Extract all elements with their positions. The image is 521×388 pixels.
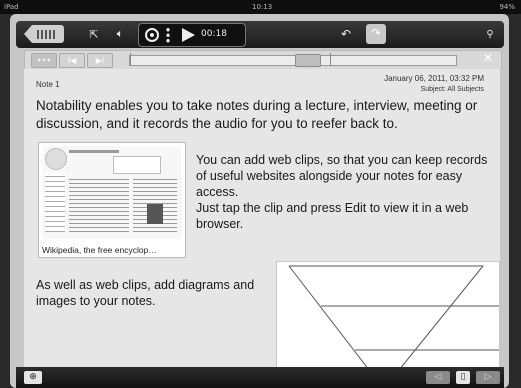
- diagram-image[interactable]: [276, 261, 500, 376]
- notebooks-icon: [37, 29, 57, 39]
- note-paragraph[interactable]: Notability enables you to take notes dur…: [36, 97, 498, 133]
- note-paragraph[interactable]: As well as web clips, add diagrams and i…: [36, 277, 276, 309]
- battery-level: 94%: [499, 3, 515, 11]
- web-clip-description: You can add web clips, so that you can k…: [196, 153, 488, 199]
- wiki-portrait-image: [147, 204, 163, 224]
- close-playback-button[interactable]: ✕: [483, 51, 493, 65]
- triangle-right-edge: [288, 265, 374, 376]
- web-clip-caption: Wikipedia, the free encyclop…: [42, 245, 157, 255]
- status-bar: iPad 10:13 94%: [0, 0, 521, 14]
- bottom-toolbar: ⊕ ◁ ▯ ▷: [16, 367, 504, 388]
- next-page-button[interactable]: ▷: [476, 371, 500, 384]
- playback-bar: ••• I◀ ▶I ✕: [24, 50, 502, 70]
- recording-control: 00:18: [138, 23, 246, 47]
- next-button[interactable]: ▶I: [87, 53, 113, 68]
- prev-page-button[interactable]: ◁: [426, 371, 450, 384]
- redo-icon: ↷: [371, 26, 382, 40]
- play-icon: [182, 28, 195, 42]
- speaker-icon: 🔈︎: [116, 27, 124, 40]
- top-toolbar: ⇱ 🔈︎ 00:18 ↶ ↷ ⚲: [16, 21, 504, 48]
- wiki-sidebar: [45, 172, 65, 232]
- next-page-icon: ▷: [484, 372, 492, 382]
- play-button[interactable]: [181, 28, 195, 42]
- wiki-banner: [113, 156, 161, 174]
- note-date: January 06, 2011, 03:32 PM: [384, 74, 484, 83]
- wiki-article-text: [69, 176, 129, 234]
- undo-icon: ↶: [340, 27, 352, 41]
- wiki-header-line: [69, 150, 119, 153]
- previous-button[interactable]: I◀: [59, 53, 85, 68]
- note-subject: Subject: All Subjects: [420, 86, 484, 93]
- playback-more-button[interactable]: •••: [31, 53, 57, 68]
- web-clip-thumbnail: [43, 146, 181, 239]
- page-icon: ▯: [460, 372, 466, 382]
- scrubber-thumb[interactable]: [295, 54, 321, 67]
- web-clip-instructions: Just tap the clip and press Edit to view…: [196, 201, 469, 231]
- playback-scrubber[interactable]: [129, 53, 457, 67]
- scrubber-start-tick: [130, 53, 131, 66]
- notebooks-button[interactable]: [24, 25, 64, 43]
- note-title: Note 1: [36, 80, 60, 89]
- recording-menu-button[interactable]: [165, 27, 171, 43]
- share-button[interactable]: ⇱: [86, 26, 102, 42]
- record-button[interactable]: [145, 28, 159, 42]
- wiki-logo-icon: [45, 148, 67, 170]
- triangle-left-edge: [289, 265, 485, 376]
- undo-button[interactable]: ↶: [338, 26, 354, 42]
- device-label: iPad: [4, 3, 19, 11]
- share-icon: ⇱: [89, 27, 99, 41]
- redo-button[interactable]: ↷: [366, 24, 386, 44]
- scrubber-mark: [330, 53, 331, 66]
- search-icon: ⚲: [486, 28, 494, 40]
- web-clip[interactable]: Wikipedia, the free encyclop…: [38, 142, 186, 258]
- add-page-icon: ⊕: [29, 372, 37, 382]
- prev-page-icon: ◁: [434, 372, 442, 382]
- record-icon: [150, 33, 154, 37]
- search-button[interactable]: ⚲: [482, 26, 498, 42]
- note-paragraph[interactable]: You can add web clips, so that you can k…: [196, 152, 492, 232]
- recording-timer: 00:18: [201, 29, 227, 39]
- page-button[interactable]: ▯: [456, 371, 470, 384]
- clock: 10:13: [252, 3, 273, 11]
- inverted-triangle-diagram: [288, 265, 499, 376]
- note-page[interactable]: Note 1 January 06, 2011, 03:32 PM Subjec…: [24, 69, 500, 376]
- dots-icon: [166, 27, 170, 43]
- audio-button[interactable]: 🔈︎: [112, 26, 128, 42]
- add-page-button[interactable]: ⊕: [24, 371, 42, 384]
